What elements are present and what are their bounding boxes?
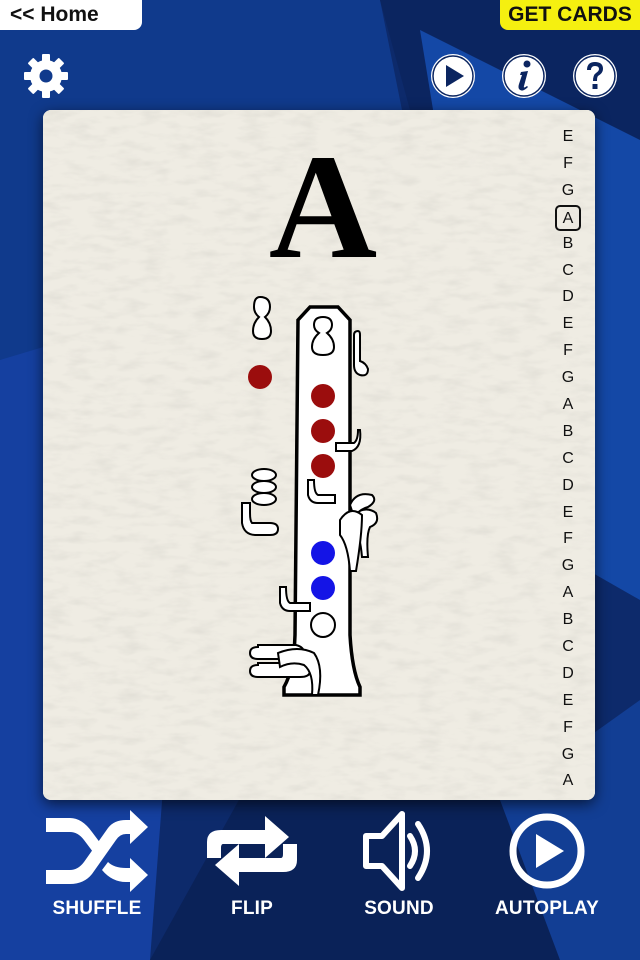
scale-note[interactable]: E <box>555 500 581 527</box>
info-button[interactable] <box>501 53 547 99</box>
note-name: A <box>268 124 378 290</box>
scale-note[interactable]: F <box>555 151 581 178</box>
scale-note[interactable]: F <box>555 715 581 742</box>
hole-1-closed <box>311 384 335 408</box>
hole-4-closed <box>311 541 335 565</box>
scale-note[interactable]: D <box>555 473 581 500</box>
scale-note[interactable]: G <box>555 178 581 205</box>
flip-button[interactable]: FLIP <box>187 810 317 920</box>
scale-note[interactable]: A <box>555 580 581 607</box>
scale-note[interactable]: C <box>555 258 581 285</box>
scale-note[interactable]: D <box>555 661 581 688</box>
autoplay-label: AUTOPLAY <box>494 898 599 919</box>
scale-note[interactable]: A <box>555 392 581 419</box>
sound-icon <box>363 811 430 891</box>
bottom-toolbar: SHUFFLE FLIP SOUND AUTOPLAY <box>0 810 640 930</box>
scale-note[interactable]: G <box>555 365 581 392</box>
flip-icon <box>207 816 297 886</box>
sound-button[interactable]: SOUND <box>334 810 464 920</box>
flip-label: FLIP <box>231 898 273 919</box>
hole-2-closed <box>311 419 335 443</box>
scale-note[interactable]: D <box>555 284 581 311</box>
scale-note[interactable]: G <box>555 742 581 769</box>
scale-note[interactable]: C <box>555 634 581 661</box>
autoplay-icon <box>509 813 585 889</box>
play-icon <box>431 54 475 98</box>
scale-note[interactable]: C <box>555 446 581 473</box>
scale-note[interactable]: F <box>555 526 581 553</box>
shuffle-label: SHUFFLE <box>52 898 142 919</box>
shuffle-button[interactable]: SHUFFLE <box>32 810 162 920</box>
note-scale-list: EFGABCDEFGABCDEFGABCDEFGA <box>553 124 583 795</box>
scale-note[interactable]: B <box>555 607 581 634</box>
scale-note[interactable]: E <box>555 311 581 338</box>
help-icon <box>573 54 617 98</box>
flash-card[interactable]: A E F G A B C D E F G A B C D E F G A B … <box>43 110 595 800</box>
scale-note[interactable]: E <box>555 688 581 715</box>
home-button[interactable]: << Home <box>0 0 142 30</box>
hole-3-closed <box>311 454 335 478</box>
shuffle-icon <box>46 810 148 892</box>
play-button[interactable] <box>430 53 476 99</box>
scale-note-selected[interactable]: A <box>555 204 581 231</box>
scale-note[interactable]: G <box>555 553 581 580</box>
hole-5-closed <box>311 576 335 600</box>
scale-note[interactable]: A <box>555 768 581 795</box>
settings-button[interactable] <box>22 52 70 100</box>
thumb-hole-closed <box>248 365 272 389</box>
scale-note[interactable]: B <box>555 419 581 446</box>
gear-icon <box>24 54 68 98</box>
info-icon <box>502 54 546 98</box>
scale-note[interactable]: E <box>555 124 581 151</box>
help-button[interactable] <box>572 53 618 99</box>
clarinet-fingering-chart <box>241 295 379 697</box>
sound-label: SOUND <box>364 898 434 919</box>
scale-note[interactable]: B <box>555 231 581 258</box>
autoplay-button[interactable]: AUTOPLAY <box>482 810 612 920</box>
get-cards-button[interactable]: GET CARDS <box>500 0 640 30</box>
scale-note[interactable]: F <box>555 338 581 365</box>
